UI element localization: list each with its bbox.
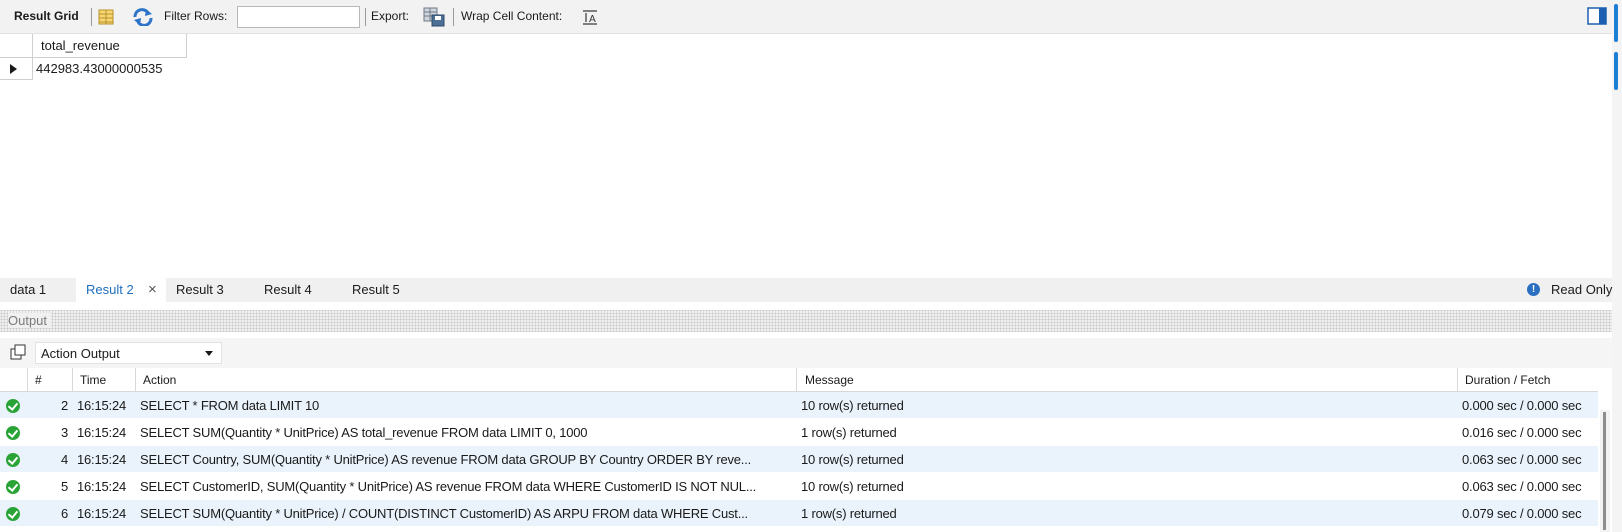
output-row[interactable]: 3 16:15:24 SELECT SUM(Quantity * UnitPri… bbox=[0, 419, 1598, 446]
svg-text:A: A bbox=[589, 14, 596, 25]
row-message: 10 row(s) returned bbox=[801, 398, 904, 413]
output-title: Output bbox=[8, 313, 52, 328]
row-number: 4 bbox=[60, 452, 68, 467]
wrap-text-icon[interactable]: A bbox=[582, 10, 598, 25]
success-check-icon bbox=[6, 507, 20, 521]
row-action: SELECT SUM(Quantity * UnitPrice) / COUNT… bbox=[140, 506, 748, 521]
copy-icon[interactable] bbox=[10, 344, 26, 360]
tab-label: Result 3 bbox=[176, 282, 224, 297]
tab-result-4[interactable]: Result 4 bbox=[254, 278, 342, 302]
column-header-message[interactable]: Message bbox=[805, 373, 854, 387]
column-header-duration[interactable]: Duration / Fetch bbox=[1465, 373, 1550, 387]
tab-result-5[interactable]: Result 5 bbox=[342, 278, 430, 302]
row-action: SELECT Country, SUM(Quantity * UnitPrice… bbox=[140, 452, 752, 467]
column-header-total-revenue[interactable]: total_revenue bbox=[33, 34, 187, 58]
tab-label: Result 2 bbox=[86, 282, 134, 297]
row-time: 16:15:24 bbox=[77, 398, 127, 413]
result-grid-toolbar: Result Grid Filter Rows: Export: Wrap Ce… bbox=[0, 0, 1622, 34]
output-row[interactable]: 5 16:15:24 SELECT CustomerID, SUM(Quanti… bbox=[0, 473, 1598, 500]
toolbar-divider bbox=[453, 8, 454, 26]
success-check-icon bbox=[6, 480, 20, 494]
row-time: 16:15:24 bbox=[77, 425, 127, 440]
result-grid-label[interactable]: Result Grid bbox=[14, 9, 79, 23]
row-number: 5 bbox=[60, 479, 68, 494]
grid-corner[interactable] bbox=[0, 34, 33, 58]
row-duration: 0.079 sec / 0.000 sec bbox=[1462, 506, 1582, 521]
side-panel-marker[interactable] bbox=[1614, 52, 1618, 90]
success-check-icon bbox=[6, 399, 20, 413]
row-time: 16:15:24 bbox=[77, 506, 127, 521]
chevron-down-icon bbox=[205, 351, 213, 356]
output-type-value: Action Output bbox=[41, 346, 120, 361]
grid-form-icon[interactable] bbox=[98, 9, 114, 25]
row-time: 16:15:24 bbox=[77, 452, 127, 467]
column-header-time[interactable]: Time bbox=[80, 373, 106, 387]
toolbar-divider bbox=[91, 8, 92, 26]
row-duration: 0.063 sec / 0.000 sec bbox=[1462, 452, 1582, 467]
row-number: 6 bbox=[60, 506, 68, 521]
row-message: 1 row(s) returned bbox=[801, 425, 897, 440]
read-only-label: Read Only bbox=[1551, 282, 1613, 297]
output-row[interactable]: 4 16:15:24 SELECT Country, SUM(Quantity … bbox=[0, 446, 1598, 473]
output-type-select[interactable]: Action Output bbox=[35, 342, 222, 364]
info-icon: ! bbox=[1527, 283, 1540, 296]
filter-rows-label: Filter Rows: bbox=[164, 9, 228, 23]
output-vertical-scrollbar[interactable] bbox=[1600, 410, 1610, 532]
output-panel-header[interactable]: Output bbox=[0, 310, 1612, 332]
output-selector-bar: Action Output bbox=[0, 338, 1612, 368]
panel-toggle-icon[interactable] bbox=[1587, 7, 1607, 25]
row-message: 1 row(s) returned bbox=[801, 506, 897, 521]
result-grid: total_revenue 442983.43000000535 bbox=[0, 34, 1612, 278]
result-tabs: data 1 Result 2 × Result 3 Result 4 Resu… bbox=[0, 278, 1612, 302]
toolbar-divider bbox=[365, 8, 366, 26]
right-side-panel-strip[interactable] bbox=[1612, 0, 1622, 532]
row-duration: 0.063 sec / 0.000 sec bbox=[1462, 479, 1582, 494]
tab-label: Result 5 bbox=[352, 282, 400, 297]
tab-data-1[interactable]: data 1 bbox=[0, 278, 76, 302]
output-row[interactable]: 6 16:15:24 SELECT SUM(Quantity * UnitPri… bbox=[0, 500, 1598, 527]
side-panel-marker[interactable] bbox=[1614, 4, 1618, 42]
export-label: Export: bbox=[371, 9, 410, 23]
tab-result-3[interactable]: Result 3 bbox=[166, 278, 254, 302]
row-action: SELECT CustomerID, SUM(Quantity * UnitPr… bbox=[140, 479, 757, 494]
tab-label: Result 4 bbox=[264, 282, 312, 297]
row-time: 16:15:24 bbox=[77, 479, 127, 494]
tab-label: data 1 bbox=[10, 282, 47, 297]
column-header-num[interactable]: # bbox=[35, 373, 42, 387]
row-message: 10 row(s) returned bbox=[801, 479, 904, 494]
export-icon[interactable] bbox=[423, 7, 445, 27]
refresh-icon[interactable] bbox=[132, 8, 154, 26]
tab-result-2[interactable]: Result 2 × bbox=[76, 278, 166, 302]
success-check-icon bbox=[6, 426, 20, 440]
column-header-action[interactable]: Action bbox=[143, 373, 176, 387]
row-action: SELECT SUM(Quantity * UnitPrice) AS tota… bbox=[140, 425, 588, 440]
scrollbar-thumb[interactable] bbox=[1603, 412, 1606, 530]
row-number: 2 bbox=[60, 398, 68, 413]
grid-cell-total-revenue[interactable]: 442983.43000000535 bbox=[33, 58, 187, 80]
wrap-cell-label: Wrap Cell Content: bbox=[461, 9, 563, 23]
row-number: 3 bbox=[60, 425, 68, 440]
output-table-header: # Time Action Message Duration / Fetch bbox=[0, 368, 1598, 392]
close-icon[interactable]: × bbox=[148, 281, 157, 298]
row-duration: 0.016 sec / 0.000 sec bbox=[1462, 425, 1582, 440]
row-duration: 0.000 sec / 0.000 sec bbox=[1462, 398, 1582, 413]
output-row[interactable]: 2 16:15:24 SELECT * FROM data LIMIT 10 1… bbox=[0, 392, 1598, 419]
row-selector-arrow[interactable] bbox=[0, 58, 33, 80]
row-action: SELECT * FROM data LIMIT 10 bbox=[140, 398, 320, 413]
row-message: 10 row(s) returned bbox=[801, 452, 904, 467]
success-check-icon bbox=[6, 453, 20, 467]
filter-rows-input[interactable] bbox=[237, 6, 360, 28]
